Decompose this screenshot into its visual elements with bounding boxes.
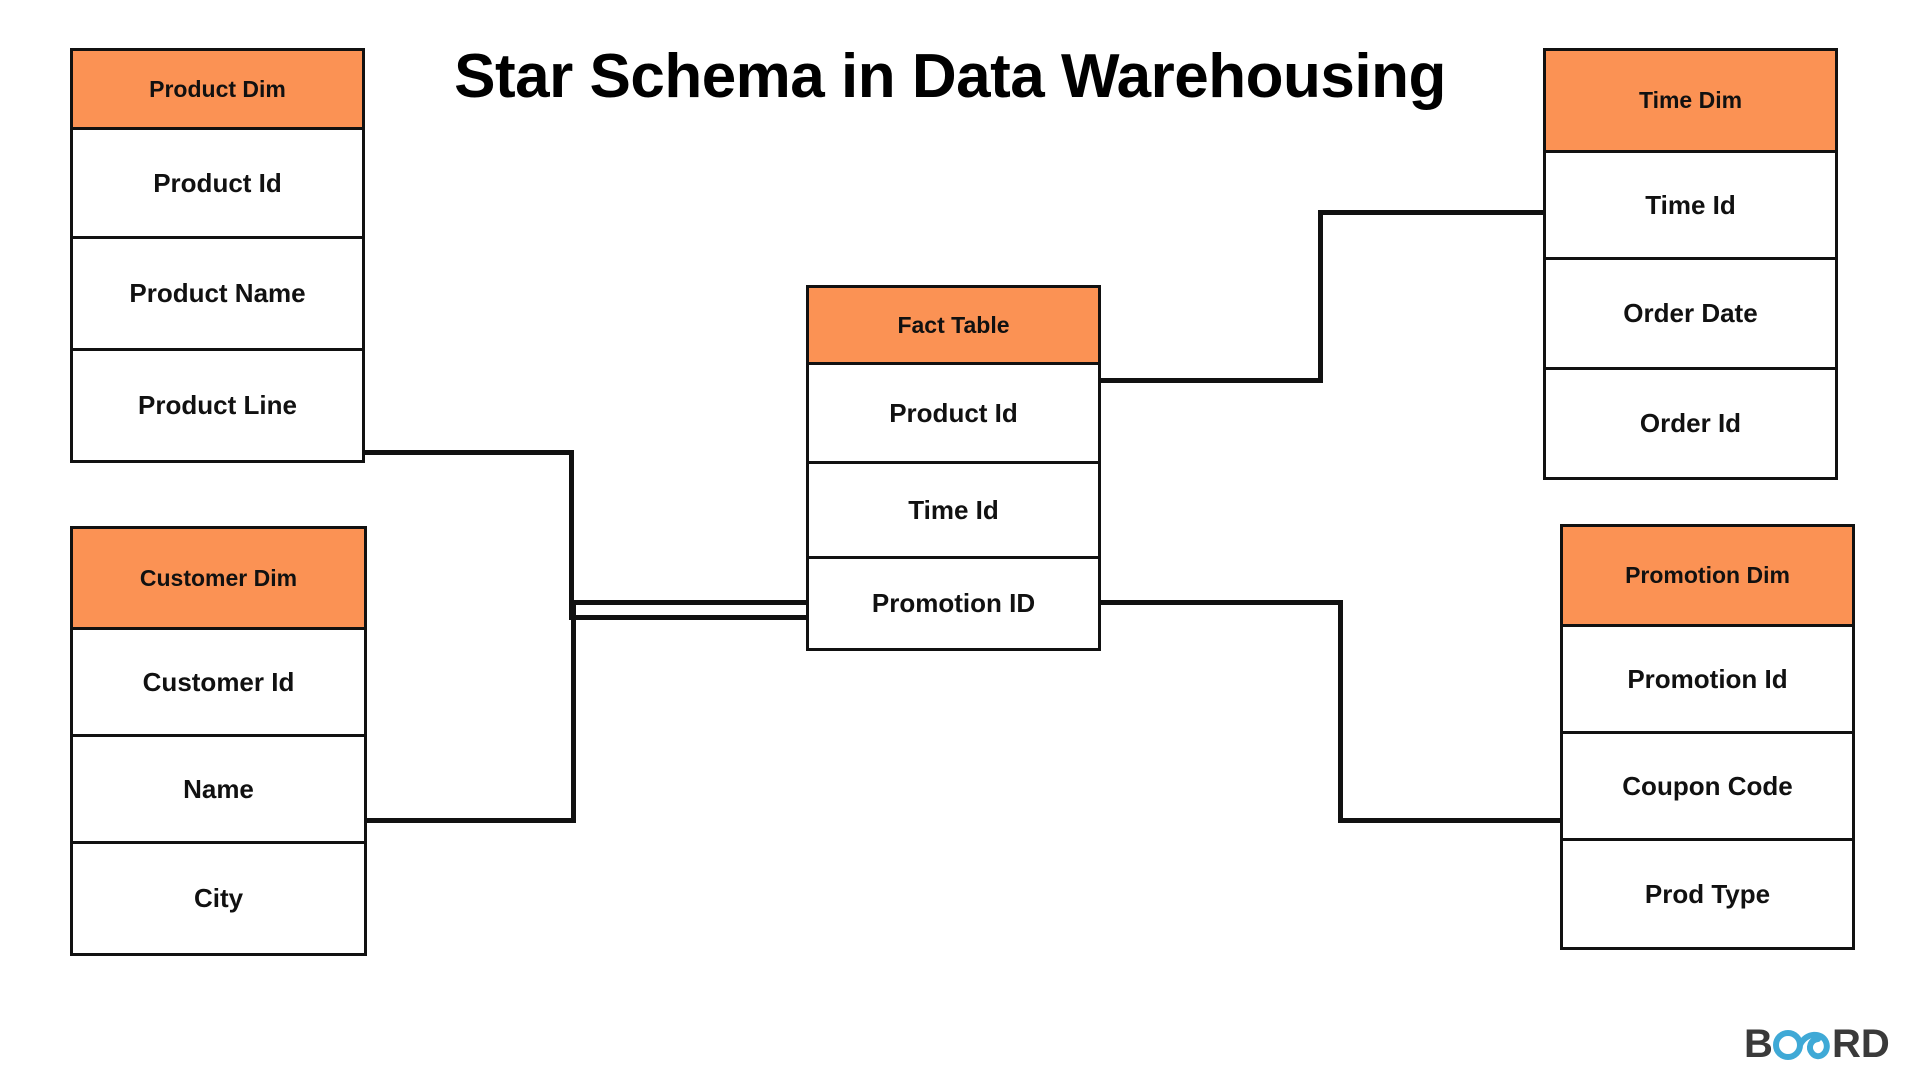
entity-header-customer-dim: Customer Dim (70, 526, 367, 630)
field-time-id: Time Id (1543, 150, 1838, 260)
field-customer-name: Name (70, 734, 367, 844)
connector-customer-to-fact-seg1 (364, 818, 576, 823)
fact-field-time-id: Time Id (806, 461, 1101, 559)
svg-text:RD: RD (1832, 1022, 1890, 1066)
field-prod-type: Prod Type (1560, 838, 1855, 950)
field-promotion-id: Promotion Id (1560, 624, 1855, 734)
field-product-name: Product Name (70, 236, 365, 351)
connector-fact-to-time-seg3 (1318, 210, 1550, 215)
page-title: Star Schema in Data Warehousing (454, 42, 1446, 111)
connector-fact-to-promotion-seg1 (1098, 600, 1343, 605)
entity-customer-dim[interactable]: Customer Dim Customer Id Name City (70, 526, 367, 956)
field-coupon-code: Coupon Code (1560, 731, 1855, 841)
field-customer-id: Customer Id (70, 627, 367, 737)
board-logo: B RD (1744, 1022, 1894, 1068)
entity-fact-table[interactable]: Fact Table Product Id Time Id Promotion … (806, 285, 1101, 651)
connector-product-to-fact-seg3 (569, 615, 809, 620)
entity-product-dim[interactable]: Product Dim Product Id Product Name Prod… (70, 48, 365, 463)
fact-field-promotion-id: Promotion ID (806, 556, 1101, 651)
entity-time-dim[interactable]: Time Dim Time Id Order Date Order Id (1543, 48, 1838, 480)
diagram-canvas: Star Schema in Data Warehousing Product … (0, 0, 1920, 1080)
entity-header-fact-table: Fact Table (806, 285, 1101, 365)
connector-fact-to-time-seg2 (1318, 210, 1323, 383)
connector-fact-to-promotion-seg3 (1338, 818, 1563, 823)
field-product-id: Product Id (70, 127, 365, 239)
field-order-date: Order Date (1543, 257, 1838, 370)
connector-customer-to-fact-seg3 (571, 600, 811, 605)
fact-field-product-id: Product Id (806, 362, 1101, 464)
entity-header-time-dim: Time Dim (1543, 48, 1838, 153)
entity-promotion-dim[interactable]: Promotion Dim Promotion Id Coupon Code P… (1560, 524, 1855, 950)
board-logo-mark: B RD (1744, 1022, 1890, 1066)
field-order-id: Order Id (1543, 367, 1838, 480)
entity-header-product-dim: Product Dim (70, 48, 365, 130)
connector-product-to-fact-seg1 (362, 450, 574, 455)
svg-text:B: B (1744, 1022, 1773, 1066)
connector-fact-to-promotion-seg2 (1338, 600, 1343, 823)
field-customer-city: City (70, 841, 367, 956)
field-product-line: Product Line (70, 348, 365, 463)
connector-fact-to-time-seg1 (1098, 378, 1323, 383)
connector-product-to-fact-seg2 (569, 450, 574, 620)
entity-header-promotion-dim: Promotion Dim (1560, 524, 1855, 627)
connector-customer-to-fact-seg2 (571, 600, 576, 823)
